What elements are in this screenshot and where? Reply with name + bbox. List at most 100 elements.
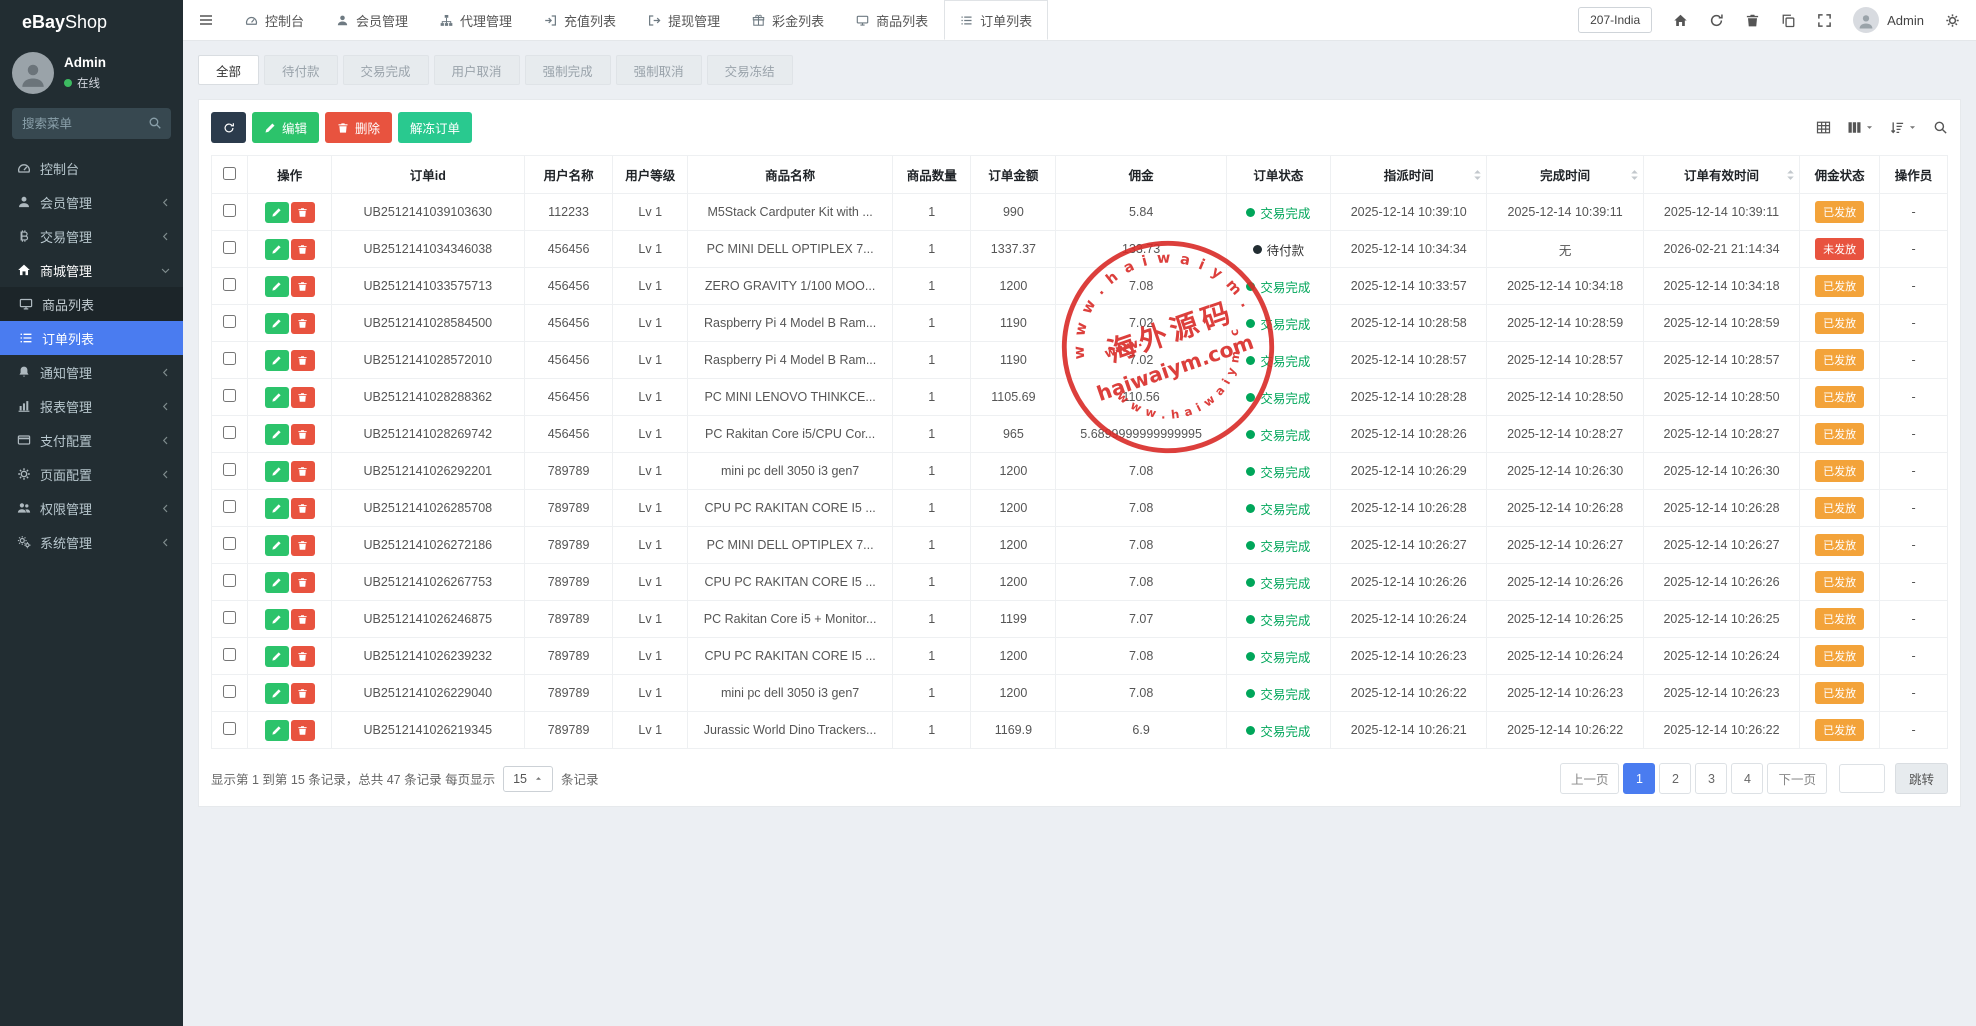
filter-tab-0[interactable]: 全部 [198, 55, 259, 85]
filter-tab-2[interactable]: 交易完成 [343, 55, 429, 85]
sidebar-item-0[interactable]: 控制台 [0, 151, 183, 185]
next-page-button[interactable]: 下一页 [1767, 763, 1827, 794]
select-all-checkbox[interactable] [223, 167, 236, 180]
region-button[interactable]: 207-India [1578, 7, 1652, 33]
topbar-tab-0[interactable]: 控制台 [229, 0, 320, 40]
row-edit-button[interactable] [265, 276, 289, 297]
row-edit-button[interactable] [265, 202, 289, 223]
sidebar-item-5[interactable]: 订单列表 [0, 321, 183, 355]
trash-button[interactable] [1745, 13, 1760, 28]
row-checkbox[interactable] [223, 204, 236, 217]
row-checkbox[interactable] [223, 685, 236, 698]
row-checkbox[interactable] [223, 315, 236, 328]
table-search-button[interactable] [1933, 120, 1948, 135]
row-checkbox[interactable] [223, 389, 236, 402]
filter-tab-3[interactable]: 用户取消 [434, 55, 520, 85]
row-edit-button[interactable] [265, 239, 289, 260]
sidebar-item-8[interactable]: 支付配置 [0, 423, 183, 457]
page-button-2[interactable]: 2 [1659, 763, 1691, 794]
sidebar-item-7[interactable]: 报表管理 [0, 389, 183, 423]
row-delete-button[interactable] [291, 350, 315, 371]
page-button-3[interactable]: 3 [1695, 763, 1727, 794]
jump-button[interactable]: 跳转 [1895, 763, 1948, 794]
row-delete-button[interactable] [291, 498, 315, 519]
row-delete-button[interactable] [291, 276, 315, 297]
row-edit-button[interactable] [265, 683, 289, 704]
row-delete-button[interactable] [291, 720, 315, 741]
settings-button[interactable] [1945, 13, 1960, 28]
sidebar-item-9[interactable]: 页面配置 [0, 457, 183, 491]
sidebar-item-10[interactable]: 权限管理 [0, 491, 183, 525]
row-delete-button[interactable] [291, 572, 315, 593]
sidebar-item-3[interactable]: 商城管理 [0, 253, 183, 287]
row-edit-button[interactable] [265, 720, 289, 741]
col-assign-time[interactable]: 指派时间 [1331, 156, 1487, 194]
row-checkbox[interactable] [223, 611, 236, 624]
topbar-tab-6[interactable]: 商品列表 [840, 0, 944, 40]
row-delete-button[interactable] [291, 239, 315, 260]
columns-button[interactable] [1847, 120, 1874, 135]
row-checkbox[interactable] [223, 574, 236, 587]
copy-button[interactable] [1781, 13, 1796, 28]
edit-button[interactable]: 编辑 [252, 112, 319, 143]
topbar-tab-4[interactable]: 提现管理 [632, 0, 736, 40]
topbar-tab-1[interactable]: 会员管理 [320, 0, 424, 40]
sidebar-item-6[interactable]: 通知管理 [0, 355, 183, 389]
sidebar-item-2[interactable]: 交易管理 [0, 219, 183, 253]
sidebar-item-4[interactable]: 商品列表 [0, 287, 183, 321]
topbar-tab-3[interactable]: 充值列表 [528, 0, 632, 40]
row-edit-button[interactable] [265, 461, 289, 482]
row-edit-button[interactable] [265, 424, 289, 445]
topbar-tab-2[interactable]: 代理管理 [424, 0, 528, 40]
row-delete-button[interactable] [291, 424, 315, 445]
page-button-4[interactable]: 4 [1731, 763, 1763, 794]
row-checkbox[interactable] [223, 241, 236, 254]
row-checkbox[interactable] [223, 463, 236, 476]
row-checkbox[interactable] [223, 278, 236, 291]
row-edit-button[interactable] [265, 313, 289, 334]
topbar-tab-7[interactable]: 订单列表 [944, 0, 1048, 40]
row-delete-button[interactable] [291, 313, 315, 334]
sidebar-item-11[interactable]: 系统管理 [0, 525, 183, 559]
prev-page-button[interactable]: 上一页 [1560, 763, 1620, 794]
unfreeze-order-button[interactable]: 解冻订单 [398, 112, 472, 143]
row-checkbox[interactable] [223, 426, 236, 439]
row-edit-button[interactable] [265, 609, 289, 630]
per-page-select[interactable]: 15 [503, 766, 553, 792]
table-refresh-button[interactable] [211, 112, 246, 143]
filter-tab-4[interactable]: 强制完成 [525, 55, 611, 85]
row-checkbox[interactable] [223, 537, 236, 550]
row-edit-button[interactable] [265, 387, 289, 408]
row-checkbox[interactable] [223, 722, 236, 735]
filter-tab-6[interactable]: 交易冻结 [707, 55, 793, 85]
row-checkbox[interactable] [223, 500, 236, 513]
row-delete-button[interactable] [291, 387, 315, 408]
sidebar-item-1[interactable]: 会员管理 [0, 185, 183, 219]
row-delete-button[interactable] [291, 609, 315, 630]
row-edit-button[interactable] [265, 350, 289, 371]
page-button-1[interactable]: 1 [1623, 763, 1655, 794]
row-checkbox[interactable] [223, 648, 236, 661]
home-button[interactable] [1673, 13, 1688, 28]
topbar-tab-5[interactable]: 彩金列表 [736, 0, 840, 40]
export-button[interactable] [1890, 120, 1917, 135]
row-checkbox[interactable] [223, 352, 236, 365]
row-delete-button[interactable] [291, 646, 315, 667]
row-delete-button[interactable] [291, 535, 315, 556]
row-edit-button[interactable] [265, 535, 289, 556]
jump-page-input[interactable] [1839, 764, 1885, 793]
row-edit-button[interactable] [265, 572, 289, 593]
row-delete-button[interactable] [291, 683, 315, 704]
row-edit-button[interactable] [265, 646, 289, 667]
filter-tab-1[interactable]: 待付款 [264, 55, 338, 85]
hamburger-button[interactable] [183, 0, 229, 40]
delete-button[interactable]: 删除 [325, 112, 392, 143]
col-valid-time[interactable]: 订单有效时间 [1643, 156, 1799, 194]
row-delete-button[interactable] [291, 202, 315, 223]
col-finish-time[interactable]: 完成时间 [1487, 156, 1643, 194]
admin-menu[interactable]: Admin [1853, 7, 1924, 33]
toggle-view-button[interactable] [1816, 120, 1831, 135]
row-edit-button[interactable] [265, 498, 289, 519]
refresh-button[interactable] [1709, 13, 1724, 28]
filter-tab-5[interactable]: 强制取消 [616, 55, 702, 85]
